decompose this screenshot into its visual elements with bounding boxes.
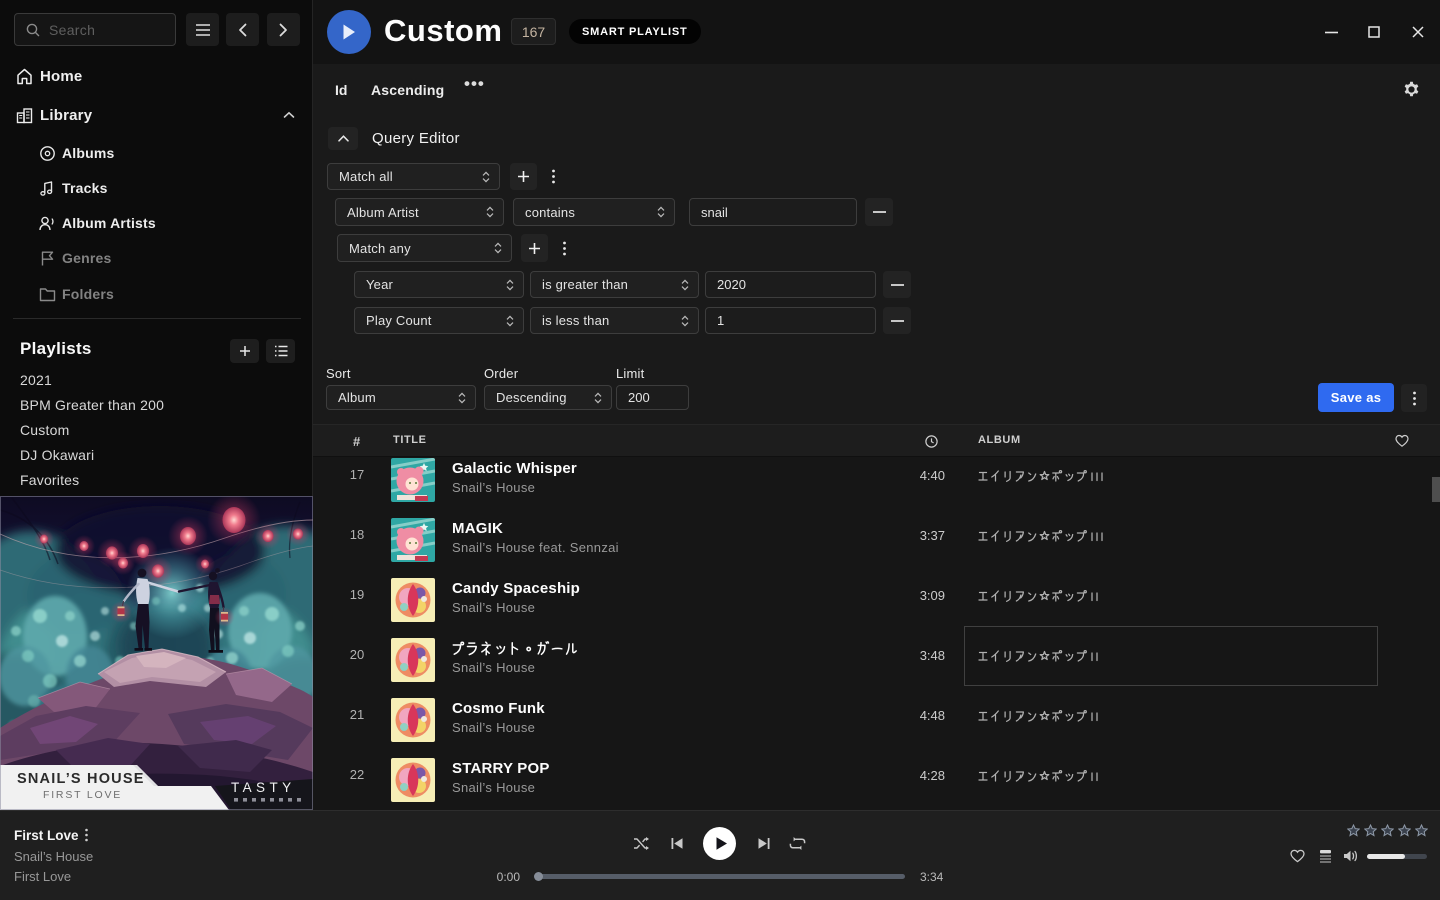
svg-text:SNAIL’S HOUSE: SNAIL’S HOUSE bbox=[17, 771, 145, 787]
svg-text:TASTY: TASTY bbox=[231, 780, 296, 795]
svg-text:FIRST LOVE: FIRST LOVE bbox=[43, 789, 122, 801]
